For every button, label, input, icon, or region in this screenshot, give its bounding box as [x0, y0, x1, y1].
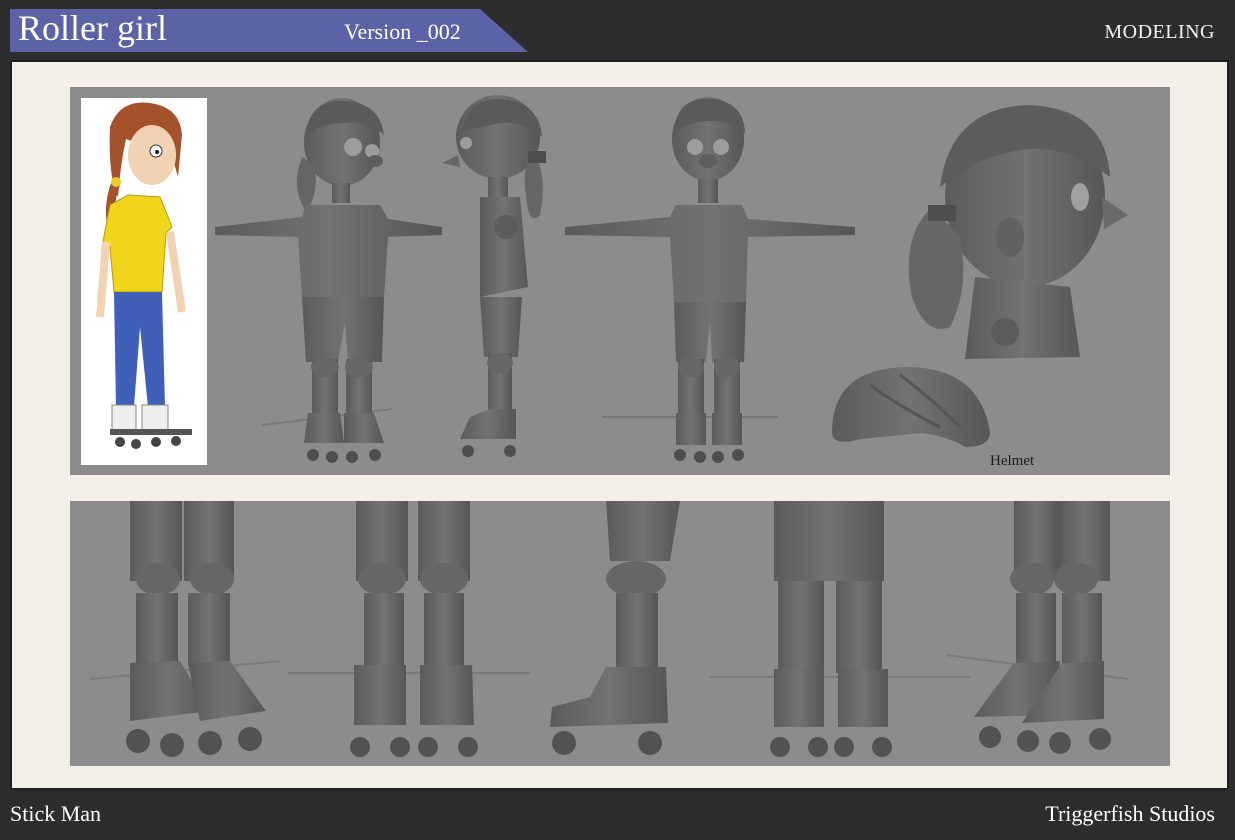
concept-art	[81, 98, 207, 465]
model-sheet: Helmet	[10, 60, 1229, 790]
roller-skate-panel	[70, 501, 1170, 766]
side-view	[442, 95, 546, 457]
back-view	[565, 97, 855, 463]
version-label: Version _002	[344, 19, 461, 44]
legs-back	[710, 501, 970, 757]
legs-3q-back	[945, 501, 1129, 754]
helmet: Helmet	[832, 367, 1035, 469]
studio-name: Triggerfish Studios	[1045, 801, 1215, 826]
legs-side	[550, 501, 680, 755]
turnaround-panel: Helmet	[70, 87, 1170, 475]
head-closeup	[908, 105, 1128, 359]
legs-3q-front	[89, 501, 281, 757]
helmet-label: Helmet	[990, 453, 1035, 469]
turnaround-drawing: Helmet	[81, 95, 1128, 469]
legs-front	[288, 501, 530, 757]
roller-skate-drawing	[89, 501, 1129, 757]
section-label: MODELING	[1104, 21, 1215, 43]
front-view	[215, 98, 442, 463]
page-title: Roller girl	[18, 8, 167, 48]
project-name: Stick Man	[10, 801, 102, 826]
